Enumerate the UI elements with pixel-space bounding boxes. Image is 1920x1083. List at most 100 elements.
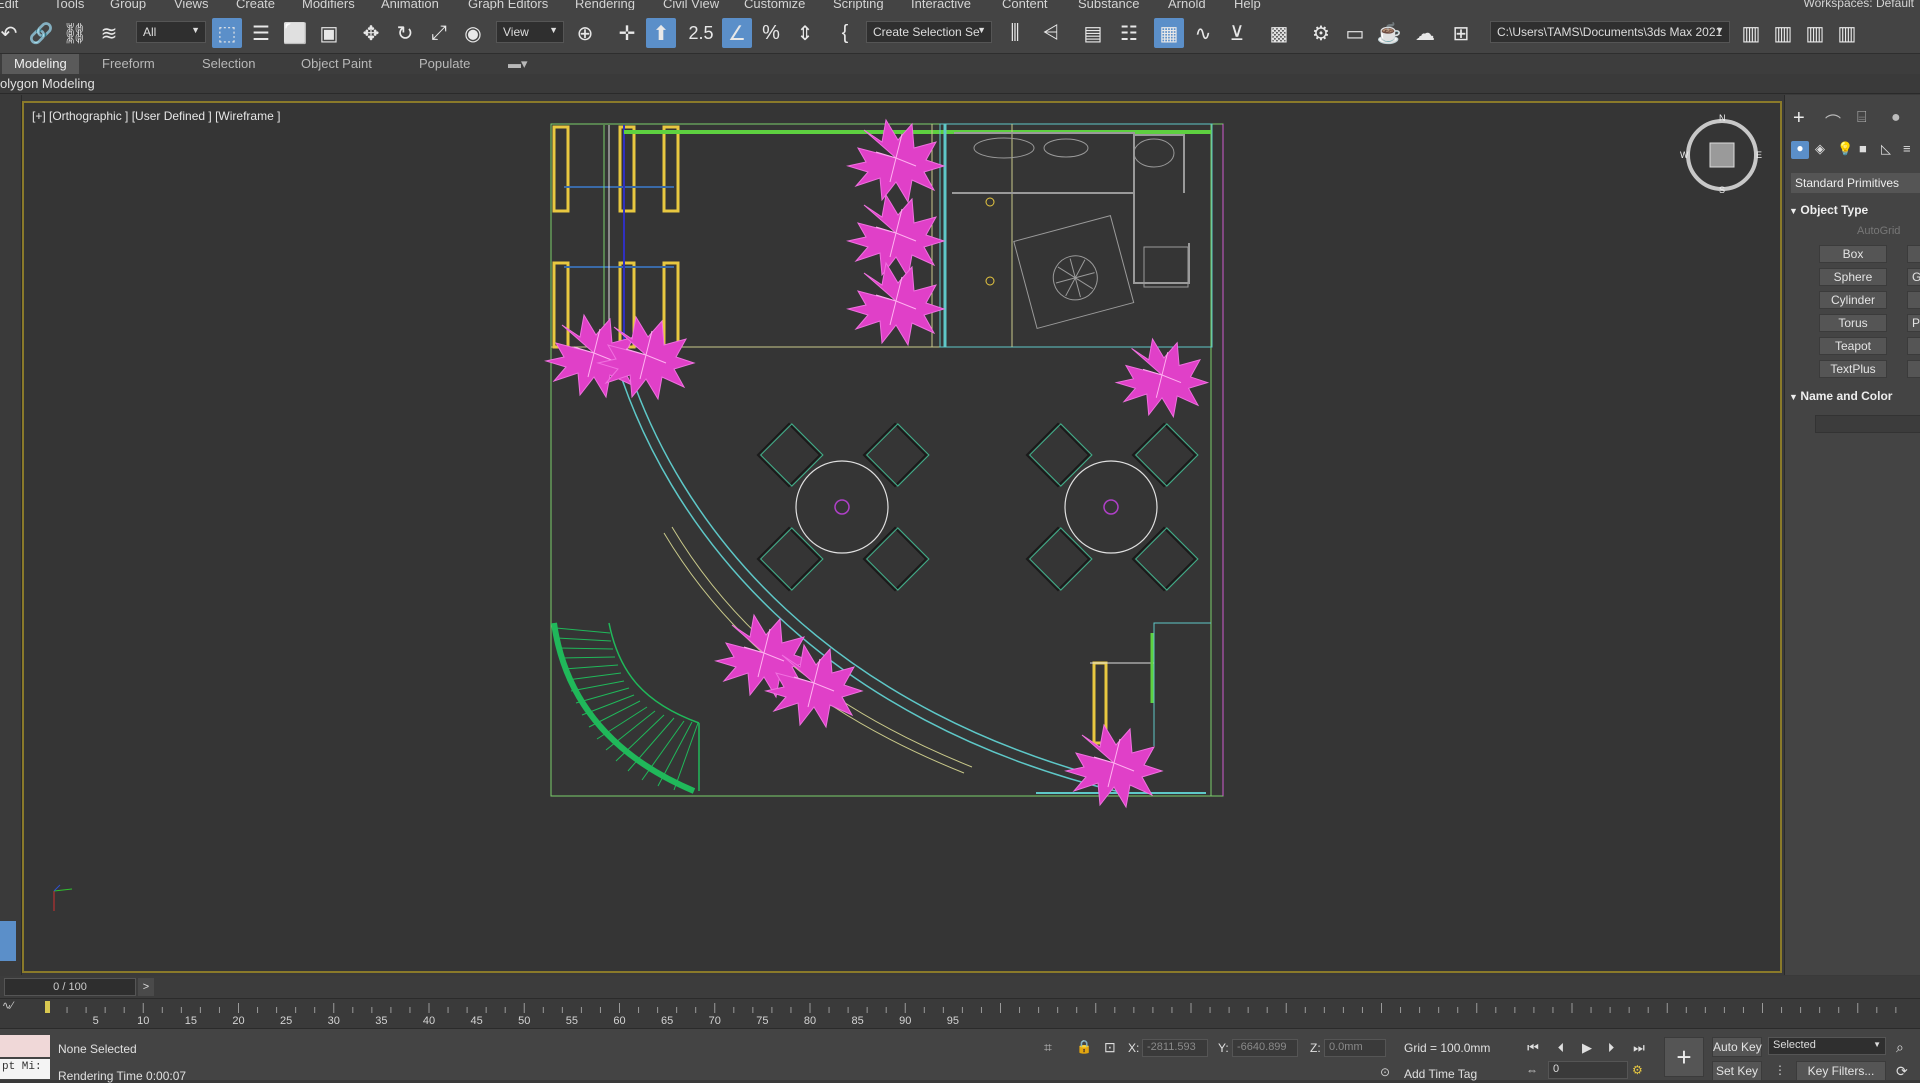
menu-civil-view[interactable]: Civil View — [663, 0, 719, 10]
menu-modifiers[interactable]: Modifiers — [302, 0, 355, 10]
geosphere-button[interactable]: Ge — [1907, 268, 1920, 286]
key-filters-icon[interactable]: ⋮ — [1774, 1063, 1786, 1077]
place-icon[interactable]: ◉ — [458, 18, 488, 48]
torus-button[interactable]: Torus — [1819, 314, 1887, 332]
maxscript-listener[interactable] — [0, 1035, 50, 1057]
cylinder-button[interactable]: Cylinder — [1819, 291, 1887, 309]
previous-frame-icon[interactable]: ⏴ — [1552, 1039, 1570, 1057]
selection-lock-icon[interactable]: ⬆ — [646, 18, 676, 48]
lights-icon[interactable]: 💡 — [1837, 141, 1853, 157]
material-editor-icon[interactable]: ▩ — [1264, 18, 1294, 48]
tab-selection[interactable]: Selection — [190, 54, 267, 74]
menu-tools[interactable]: Tools — [54, 0, 84, 10]
menu-substance[interactable]: Substance — [1078, 0, 1139, 10]
viewcube-west[interactable]: W — [1680, 150, 1689, 160]
lounge-area[interactable] — [931, 123, 1213, 348]
project-open-icon[interactable]: ▥ — [1768, 18, 1798, 48]
menu-create[interactable]: Create — [236, 0, 275, 10]
pivot-center-icon[interactable]: ⊕ — [570, 18, 600, 48]
dining-set-left[interactable] — [756, 421, 930, 593]
maxscript-mini-field[interactable]: pt Mi: — [0, 1059, 50, 1079]
window-crossing-icon[interactable]: ▣ — [314, 18, 344, 48]
menu-animation[interactable]: Animation — [381, 0, 439, 10]
pyramid-button[interactable]: P — [1907, 314, 1920, 332]
selection-lock-toggle-icon[interactable]: 🔒 — [1076, 1039, 1092, 1055]
project-folder-icon[interactable]: ▥ — [1736, 18, 1766, 48]
tab-populate[interactable]: Populate — [407, 54, 482, 74]
snap-toggle-icon[interactable]: 2.5 — [686, 18, 716, 48]
cone-button[interactable] — [1907, 245, 1920, 263]
menu-scripting[interactable]: Scripting — [833, 0, 884, 10]
next-frame-icon[interactable]: ⏵ — [1602, 1039, 1620, 1057]
current-frame-marker[interactable] — [45, 1001, 50, 1013]
mirror-icon[interactable]: ⫼ — [1000, 18, 1030, 48]
undo-icon[interactable]: ↶ — [0, 18, 24, 48]
key-mode-dropdown[interactable]: Selected ▼ — [1768, 1037, 1886, 1055]
menu-group[interactable]: Group — [110, 0, 146, 10]
time-config-icon[interactable]: ⚙ — [1632, 1063, 1643, 1077]
bind-space-warp-icon[interactable]: ≋ — [94, 18, 124, 48]
plane-button[interactable] — [1907, 337, 1920, 355]
left-strip-handle[interactable] — [0, 921, 16, 961]
time-slider-thumb[interactable]: 0 / 100 — [4, 978, 136, 996]
ribbon-toggle-icon[interactable]: ▦ — [1154, 18, 1184, 48]
viewcube[interactable]: N S W E — [1680, 113, 1762, 195]
unlink-icon[interactable]: ⛓ — [60, 18, 90, 48]
current-frame-field[interactable]: 0 — [1548, 1061, 1628, 1079]
teapot-button[interactable]: Teapot — [1819, 337, 1887, 355]
menu-arnold[interactable]: Arnold — [1168, 0, 1206, 10]
box-button[interactable]: Box — [1819, 245, 1887, 263]
reference-coord-dropdown[interactable]: View ▼ — [496, 21, 564, 43]
extra-button[interactable] — [1907, 360, 1920, 378]
tab-modeling[interactable]: Modeling — [2, 54, 79, 74]
keyboard-shortcut-icon[interactable]: ✛ — [612, 18, 642, 48]
link-icon[interactable]: 🔗 — [26, 18, 56, 48]
menu-content[interactable]: Content — [1002, 0, 1048, 10]
select-by-name-icon[interactable]: ☰ — [246, 18, 276, 48]
curve-toggle-icon[interactable]: ∿⁄ — [2, 999, 13, 1012]
viewcube-north[interactable]: N — [1719, 113, 1726, 123]
set-key-button[interactable]: Set Key — [1712, 1061, 1762, 1081]
rendered-frame-icon[interactable]: ▭ — [1340, 18, 1370, 48]
menu-customize[interactable]: Customize — [744, 0, 805, 10]
name-and-color-rollout[interactable]: ▼ Name and Color — [1789, 389, 1920, 403]
dining-set-right[interactable] — [1025, 421, 1199, 593]
object-type-rollout[interactable]: ▼ Object Type — [1789, 203, 1920, 217]
palm-tree-group[interactable] — [545, 119, 1209, 808]
project-settings-icon[interactable]: ▥ — [1832, 18, 1862, 48]
viewcube-south[interactable]: S — [1719, 185, 1725, 195]
object-name-field[interactable] — [1815, 415, 1920, 433]
viewcube-east[interactable]: E — [1756, 150, 1762, 160]
x-coord-field[interactable]: -2811.593 — [1142, 1039, 1208, 1057]
time-slider-next-button[interactable]: > — [138, 978, 154, 996]
move-icon[interactable]: ✥ — [356, 18, 386, 48]
sphere-button[interactable]: Sphere — [1819, 268, 1887, 286]
autogrid-checkbox[interactable]: AutoGrid — [1857, 225, 1900, 237]
z-coord-field[interactable]: 0.0mm — [1324, 1039, 1386, 1057]
menu-graph-editors[interactable]: Graph Editors — [468, 0, 548, 10]
play-icon[interactable]: ▶ — [1578, 1039, 1596, 1057]
ribbon-panel-label[interactable]: olygon Modeling — [0, 76, 95, 91]
scale-icon[interactable]: ⤢ — [424, 18, 454, 48]
project-path-dropdown[interactable]: C:\Users\TAMS\Documents\3ds Max 2021 ▼ — [1490, 21, 1730, 43]
corner-structure[interactable] — [1090, 622, 1211, 746]
key-mode-toggle-icon[interactable]: ⇔ — [1526, 1063, 1538, 1077]
render-cloud-icon[interactable]: ☁ — [1410, 18, 1440, 48]
tab-object-paint[interactable]: Object Paint — [289, 54, 384, 74]
menu-rendering[interactable]: Rendering — [575, 0, 635, 10]
modify-tab-icon[interactable]: ⌒ — [1825, 109, 1841, 133]
rotate-icon[interactable]: ↻ — [390, 18, 420, 48]
tab-freeform[interactable]: Freeform — [90, 54, 167, 74]
add-time-tag-icon[interactable]: ⊙ — [1380, 1065, 1390, 1079]
ribbon-options-icon[interactable]: ▬▾ — [496, 54, 540, 74]
render-setup-icon[interactable]: ⚙ — [1306, 18, 1336, 48]
isolate-selection-icon[interactable]: ⌗ — [1044, 1039, 1052, 1056]
helpers-icon[interactable]: ◺ — [1881, 141, 1891, 157]
primitive-category-dropdown[interactable]: Standard Primitives — [1791, 173, 1920, 193]
auto-key-button[interactable]: Auto Key — [1712, 1037, 1762, 1057]
viewport-orthographic[interactable]: [+] [Orthographic ] [User Defined ] [Wir… — [22, 101, 1782, 973]
edit-named-selection-icon[interactable]: { — [830, 18, 860, 48]
key-filters-button[interactable]: Key Filters... — [1796, 1061, 1886, 1081]
scene-wireframe[interactable] — [24, 103, 1780, 971]
curved-path[interactable] — [611, 346, 1206, 794]
